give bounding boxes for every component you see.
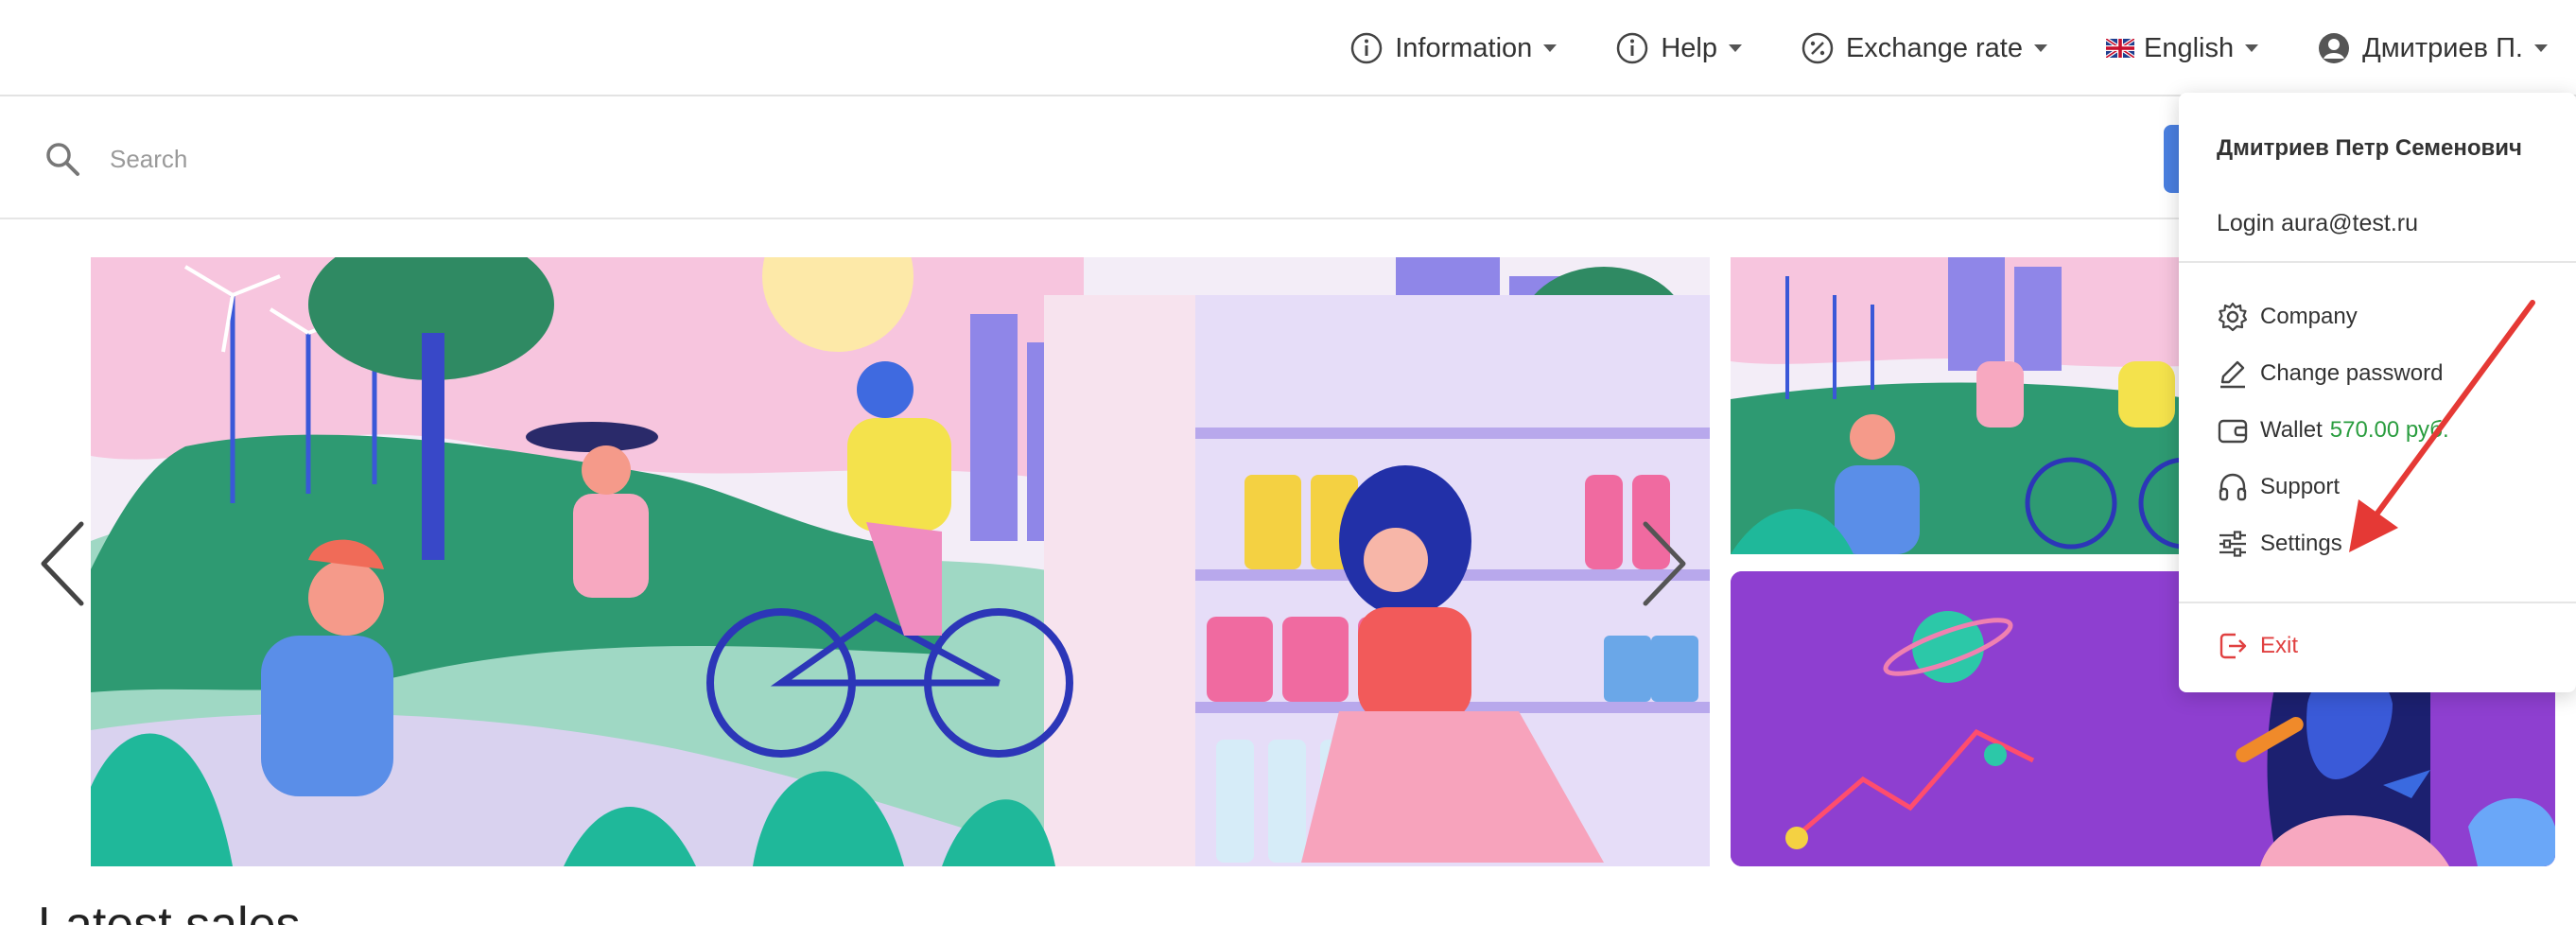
pencil-icon: [2220, 360, 2245, 389]
menu-item-wallet-label: Wallet: [2260, 417, 2323, 443]
main-banner-image[interactable]: [91, 257, 1710, 866]
nav-exchange-rate-label: Exchange rate: [1845, 32, 2023, 63]
nav-language[interactable]: English: [2105, 32, 2259, 64]
info-icon: [1350, 32, 1383, 64]
search-input[interactable]: [110, 131, 2001, 187]
menu-item-company[interactable]: Company: [2217, 301, 2358, 333]
nav-user-menu[interactable]: Дмитриев П.: [2317, 31, 2548, 65]
menu-item-exit-label: Exit: [2260, 633, 2299, 658]
user-login: Login aura@test.ru: [2217, 210, 2419, 236]
sliders-icon: [2219, 531, 2246, 557]
carousel-prev-arrow[interactable]: [36, 518, 89, 609]
nav-exchange-rate[interactable]: Exchange rate: [1801, 31, 2047, 65]
top-bar: Information Help Exchange rate English Д…: [0, 0, 2576, 96]
search-icon: [46, 143, 79, 176]
info-icon: [1617, 32, 1648, 64]
nav-help-label: Help: [1661, 32, 1717, 63]
menu-item-settings[interactable]: Settings: [2217, 528, 2342, 560]
nav-user-label: Дмитриев П.: [2362, 32, 2523, 63]
nav-language-label: English: [2143, 32, 2235, 63]
top-navigation: Information Help Exchange rate English Д…: [1291, 0, 2548, 96]
menu-item-change-password-label: Change password: [2260, 360, 2444, 386]
user-dropdown-menu: Дмитриев Петр Семенович Login aura@test.…: [2179, 93, 2576, 692]
chevron-down-icon: [1728, 44, 1742, 52]
banner-illustration: [91, 257, 1710, 866]
wallet-icon: [2218, 419, 2248, 444]
percent-icon: [1801, 32, 1834, 64]
headphones-icon: [2219, 473, 2247, 501]
user-avatar-icon: [2319, 33, 2350, 63]
logout-icon: [2219, 633, 2247, 659]
chevron-down-icon: [1543, 44, 1558, 52]
menu-item-change-password[interactable]: Change password: [2217, 358, 2443, 390]
menu-item-support-label: Support: [2260, 474, 2341, 499]
chevron-down-icon: [2245, 44, 2259, 52]
user-full-name: Дмитриев Петр Семенович: [2217, 135, 2522, 161]
uk-flag-icon: [2105, 39, 2134, 58]
nav-information-label: Information: [1395, 32, 1533, 63]
wallet-balance: 570.00 руб.: [2329, 417, 2449, 443]
carousel-next-arrow[interactable]: [1638, 518, 1691, 609]
chevron-down-icon: [2033, 44, 2047, 52]
nav-information[interactable]: Information: [1349, 31, 1558, 65]
section-heading: Latest sales: [38, 898, 301, 925]
divider: [2179, 261, 2576, 263]
divider: [2179, 602, 2576, 603]
menu-item-exit[interactable]: Exit: [2217, 630, 2298, 662]
menu-item-wallet[interactable]: Wallet 570.00 руб.: [2217, 414, 2449, 446]
menu-item-support[interactable]: Support: [2217, 471, 2340, 503]
nav-help[interactable]: Help: [1615, 31, 1742, 65]
chevron-down-icon: [2534, 44, 2548, 52]
menu-item-settings-label: Settings: [2260, 531, 2342, 556]
gear-icon: [2218, 302, 2248, 332]
menu-item-company-label: Company: [2260, 304, 2358, 329]
